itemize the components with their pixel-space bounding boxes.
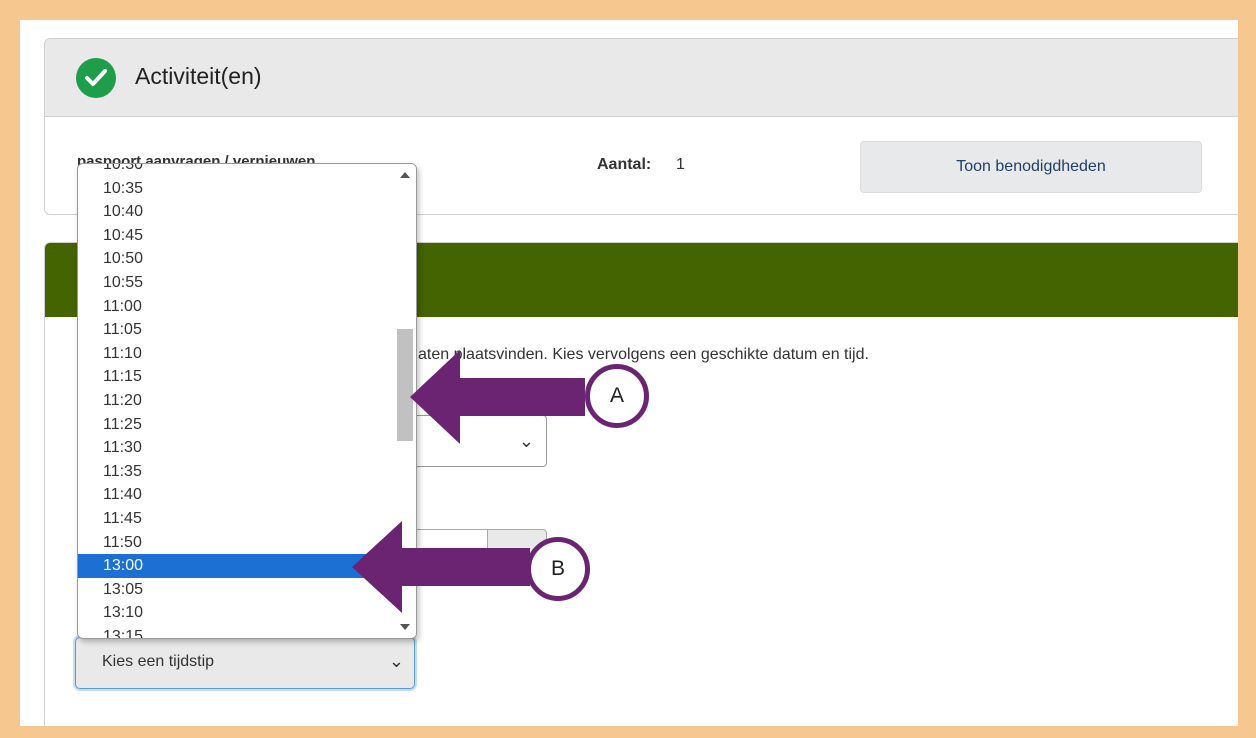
time-option[interactable]: 11:30 <box>78 436 392 460</box>
time-option[interactable]: 11:45 <box>78 507 392 531</box>
time-option[interactable]: 11:20 <box>78 389 392 413</box>
activity-card-title: Activiteit(en) <box>135 63 262 89</box>
time-option[interactable]: 10:35 <box>78 177 392 201</box>
time-option[interactable]: 11:25 <box>78 413 392 437</box>
time-option[interactable]: 13:00 <box>78 554 392 578</box>
scroll-up-icon[interactable] <box>400 172 410 178</box>
chevron-down-icon: ⌄ <box>388 651 404 671</box>
count-label: Aantal: <box>597 156 652 173</box>
time-option[interactable]: 13:05 <box>78 578 392 602</box>
time-option[interactable]: 11:00 <box>78 295 392 319</box>
time-options: 10:30 10:35 10:40 10:45 10:50 10:55 11:00 11:05… <box>78 164 392 638</box>
activity-card-header: Activiteit(en) <box>45 39 1238 117</box>
arrow-b-icon <box>352 521 530 613</box>
time-option[interactable]: 11:40 <box>78 483 392 507</box>
annotation-a-badge: A <box>585 364 649 428</box>
arrow-a-icon <box>410 350 585 444</box>
scroll-down-icon[interactable] <box>400 624 410 630</box>
time-option[interactable]: 13:10 <box>78 601 392 625</box>
annotation-b-badge: B <box>526 537 590 601</box>
check-circle-icon <box>76 58 116 98</box>
time-option[interactable]: 11:50 <box>78 531 392 555</box>
count-value: 1 <box>676 156 685 173</box>
time-option[interactable]: 11:05 <box>78 318 392 342</box>
time-option[interactable]: 11:35 <box>78 460 392 484</box>
time-option[interactable]: 11:10 <box>78 342 392 366</box>
time-option[interactable]: 10:30 <box>78 164 392 177</box>
time-option[interactable]: 10:45 <box>78 224 392 248</box>
time-option[interactable]: 11:15 <box>78 365 392 389</box>
time-option[interactable]: 10:40 <box>78 200 392 224</box>
show-requirements-button[interactable]: Toon benodigdheden <box>860 141 1202 193</box>
time-option[interactable]: 10:55 <box>78 271 392 295</box>
time-option[interactable]: 13:15 <box>78 625 392 638</box>
time-option[interactable]: 10:50 <box>78 247 392 271</box>
time-select-placeholder: Kies een tijdstip <box>102 653 215 670</box>
time-select[interactable]: Kies een tijdstip ⌄ <box>75 637 415 689</box>
